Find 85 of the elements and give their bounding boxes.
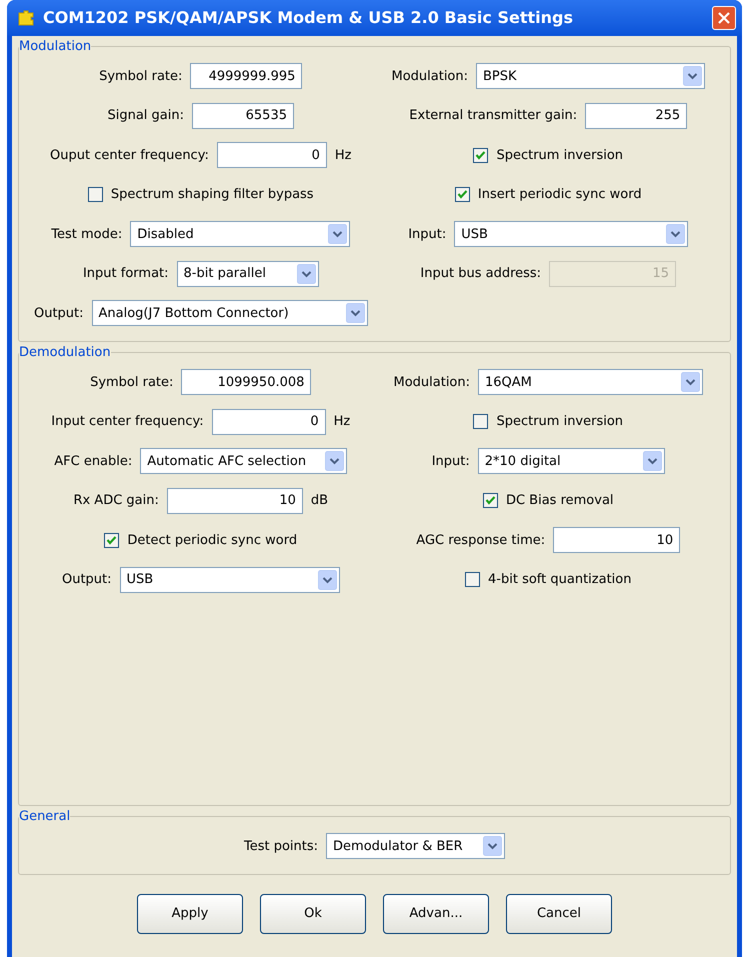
- dropdown-value: BPSK: [483, 68, 517, 86]
- field-label: Symbol rate:: [90, 374, 174, 392]
- input-field[interactable]: 65535: [192, 102, 294, 129]
- checkmark-icon[interactable]: [473, 148, 488, 163]
- chevron-down-icon: [483, 836, 502, 856]
- field-label: Input:: [408, 226, 446, 244]
- field-label: Modulation:: [393, 374, 470, 392]
- dropdown-value: 16QAM: [485, 374, 532, 392]
- input-field[interactable]: 255: [585, 102, 688, 129]
- dialog-button[interactable]: Apply: [137, 894, 243, 934]
- group-title: Demodulation: [19, 344, 111, 362]
- group-title: Modulation: [19, 38, 92, 56]
- dropdown-value: 2*10 digital: [484, 452, 561, 470]
- field-label: Output:: [34, 304, 84, 322]
- chevron-down-icon: [642, 451, 662, 472]
- group-title: General: [19, 808, 70, 826]
- dropdown[interactable]: 16QAM: [478, 369, 704, 396]
- input-field[interactable]: 0: [212, 408, 326, 435]
- unit-label: dB: [310, 492, 328, 510]
- field-label: Ouput center frequency:: [50, 146, 209, 164]
- field-label: Test points:: [244, 838, 318, 856]
- chevron-down-icon: [296, 264, 316, 284]
- checkbox-icon[interactable]: [88, 187, 103, 202]
- checkbox-icon[interactable]: [465, 572, 480, 588]
- field-label: Test mode:: [51, 226, 122, 244]
- dropdown-value: Analog(J7 Bottom Connector): [98, 304, 289, 322]
- dropdown-value: Disabled: [137, 226, 194, 244]
- dropdown[interactable]: BPSK: [476, 63, 706, 90]
- checkbox[interactable]: DC Bias removal: [482, 491, 614, 510]
- field-label: Rx ADC gain:: [73, 492, 159, 510]
- unit-label: Hz: [334, 146, 352, 164]
- field-label: Input:: [432, 452, 470, 470]
- checkmark-icon[interactable]: [482, 493, 498, 508]
- checkbox[interactable]: Spectrum inversion: [473, 146, 624, 165]
- chevron-down-icon: [683, 66, 702, 86]
- window-title: COM1202 PSK/QAM/APSK Modem & USB 2.0 Basic Settings: [43, 7, 574, 29]
- chevron-down-icon: [328, 224, 348, 244]
- field-label: Output:: [62, 571, 112, 589]
- checkbox[interactable]: Spectrum inversion: [473, 412, 624, 432]
- dropdown[interactable]: Automatic AFC selection: [140, 448, 348, 474]
- dropdown-value: Automatic AFC selection: [147, 452, 306, 470]
- field-label: Input center frequency:: [51, 413, 204, 431]
- dialog-button[interactable]: Ok: [260, 894, 366, 934]
- chevron-down-icon: [318, 570, 337, 590]
- input-field[interactable]: 0: [216, 142, 327, 168]
- field-label: AGC response time:: [416, 532, 546, 550]
- chevron-down-icon: [346, 303, 365, 324]
- field-label: Modulation:: [391, 68, 468, 86]
- checkmark-icon[interactable]: [104, 532, 120, 548]
- dropdown[interactable]: USB: [120, 566, 340, 593]
- checkbox[interactable]: Detect periodic sync word: [104, 530, 298, 550]
- checkbox-icon[interactable]: [473, 414, 488, 430]
- field-label: Symbol rate:: [99, 68, 182, 86]
- input-field[interactable]: 4999999.995: [190, 63, 302, 90]
- checkmark-icon[interactable]: [454, 187, 470, 202]
- dropdown-value: Demodulator & BER: [333, 838, 463, 856]
- puzzle-icon: [17, 9, 35, 27]
- dropdown[interactable]: Analog(J7 Bottom Connector): [92, 300, 368, 326]
- input-field[interactable]: 10: [166, 488, 303, 514]
- input-field[interactable]: 1099950.008: [181, 369, 312, 396]
- field-label: Input bus address:: [420, 265, 542, 283]
- close-button[interactable]: [712, 6, 736, 30]
- field-label: Input format:: [82, 265, 169, 283]
- dropdown[interactable]: 8-bit parallel: [176, 260, 319, 287]
- checkbox[interactable]: Insert periodic sync word: [454, 185, 642, 204]
- unit-label: Hz: [334, 413, 350, 431]
- dropdown[interactable]: Demodulator & BER: [326, 833, 506, 860]
- checkbox[interactable]: Spectrum shaping filter bypass: [88, 185, 314, 204]
- input-field[interactable]: 10: [553, 527, 680, 554]
- dialog-button[interactable]: Advan...: [383, 894, 489, 934]
- dropdown-value: USB: [126, 571, 154, 589]
- field-label: Signal gain:: [107, 107, 184, 125]
- chevron-down-icon: [666, 224, 686, 244]
- dialog-button[interactable]: Cancel: [506, 894, 612, 934]
- chevron-down-icon: [325, 451, 344, 472]
- dropdown-value: USB: [461, 226, 488, 244]
- field-label: AFC enable:: [54, 452, 132, 470]
- dropdown[interactable]: USB: [454, 221, 688, 248]
- dropdown-value: 8-bit parallel: [184, 265, 266, 283]
- chevron-down-icon: [681, 372, 700, 392]
- field-label: External transmitter gain:: [409, 107, 578, 125]
- dropdown[interactable]: 2*10 digital: [478, 448, 665, 474]
- dropdown[interactable]: Disabled: [130, 221, 350, 248]
- checkbox[interactable]: 4-bit soft quantization: [465, 570, 632, 590]
- close-icon: [718, 12, 730, 24]
